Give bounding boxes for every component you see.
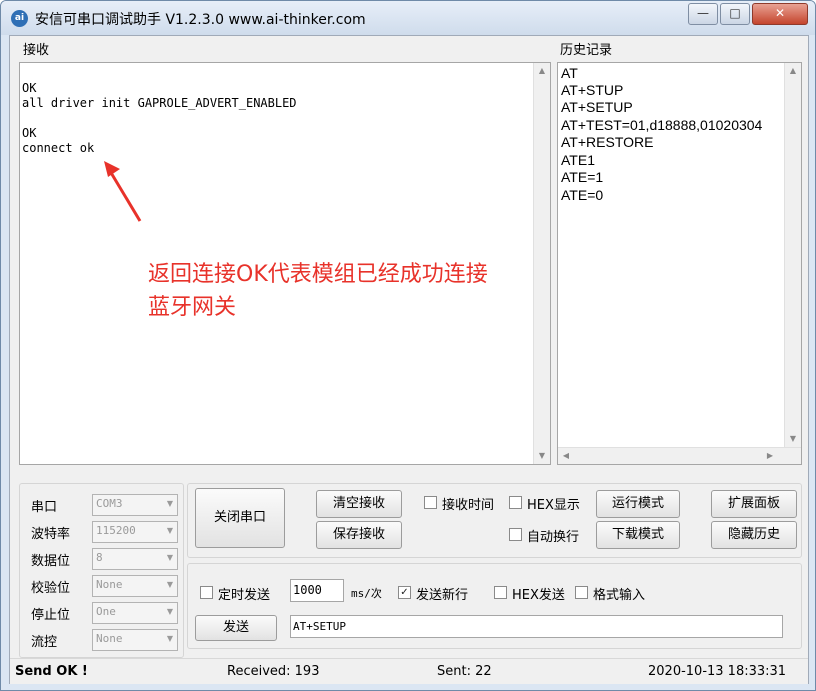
status-message: Send OK !: [15, 664, 88, 679]
download-mode-button[interactable]: 下载模式: [596, 521, 680, 549]
receive-scrollbar[interactable]: ▲ ▼: [533, 63, 550, 464]
checkbox-box: [200, 586, 213, 599]
auto-newline-label: 自动换行: [527, 530, 580, 545]
send-newline-label: 发送新行: [416, 588, 469, 603]
databits-select[interactable]: 8 ▼: [92, 548, 178, 570]
minimize-button[interactable]: —: [688, 3, 718, 25]
hex-send-label: HEX发送: [512, 588, 565, 603]
title-bar[interactable]: ai 安信可串口调试助手 V1.2.3.0 www.ai-thinker.com…: [1, 1, 815, 35]
annotation-line: 返回连接OK代表模组已经成功连接: [148, 262, 488, 287]
received-count: Received: 193: [227, 664, 320, 679]
chevron-down-icon: ▼: [166, 499, 173, 508]
sent-count: Sent: 22: [437, 664, 492, 679]
flow-value: None: [96, 632, 123, 645]
baud-value: 115200: [96, 524, 136, 537]
parity-label: 校验位: [31, 581, 71, 596]
stopbits-value: One: [96, 605, 116, 618]
timed-send-label: 定时发送: [218, 588, 271, 603]
run-mode-button[interactable]: 运行模式: [596, 490, 680, 518]
receive-line: all driver init GAPROLE_ADVERT_ENABLED: [22, 96, 297, 110]
status-datetime: 2020-10-13 18:33:31: [648, 664, 787, 679]
interval-input[interactable]: 1000: [290, 579, 344, 602]
history-item[interactable]: AT+RESTORE: [561, 134, 653, 150]
history-item[interactable]: ATE=1: [561, 169, 603, 185]
scroll-left-icon[interactable]: ◀: [558, 448, 574, 464]
checkbox-checked-icon: ✓: [398, 586, 411, 599]
send-button[interactable]: 发送: [195, 615, 277, 641]
receive-label: 接收: [23, 43, 50, 58]
scroll-right-icon[interactable]: ▶: [762, 448, 778, 464]
interval-unit-label: ms/次: [351, 587, 382, 600]
checkbox-box: [494, 586, 507, 599]
baud-label: 波特率: [31, 527, 71, 542]
stopbits-select[interactable]: One ▼: [92, 602, 178, 624]
history-item[interactable]: ATE=0: [561, 187, 603, 203]
close-window-button[interactable]: ✕: [752, 3, 808, 25]
receive-controls-group: 关闭串口 清空接收 保存接收 接收时间 HEX显示 自动换行 运行模式 下载模式…: [187, 483, 802, 558]
history-item[interactable]: AT: [561, 65, 578, 81]
scroll-up-icon[interactable]: ▲: [534, 63, 550, 79]
flow-select[interactable]: None ▼: [92, 629, 178, 651]
chevron-down-icon: ▼: [166, 607, 173, 616]
checkbox-box: [509, 496, 522, 509]
port-select[interactable]: COM3 ▼: [92, 494, 178, 516]
expand-panel-button[interactable]: 扩展面板: [711, 490, 797, 518]
receive-line: connect ok: [22, 141, 95, 155]
history-item[interactable]: ATE1: [561, 152, 595, 168]
parity-select[interactable]: None ▼: [92, 575, 178, 597]
window-title: 安信可串口调试助手 V1.2.3.0 www.ai-thinker.com: [35, 12, 366, 28]
databits-label: 数据位: [31, 554, 71, 569]
history-list[interactable]: AT AT+STUP AT+SETUP AT+TEST=01,d18888,01…: [557, 62, 802, 465]
history-hscrollbar[interactable]: ◀ ▶: [558, 447, 801, 464]
hide-history-button[interactable]: 隐藏历史: [711, 521, 797, 549]
send-input[interactable]: AT+SETUP: [290, 615, 783, 638]
stopbits-label: 停止位: [31, 608, 71, 623]
receive-time-label: 接收时间: [442, 498, 495, 513]
maximize-button[interactable]: □: [720, 3, 750, 25]
checkbox-box: [509, 528, 522, 541]
receive-textarea[interactable]: OK all driver init GAPROLE_ADVERT_ENABLE…: [19, 62, 551, 465]
status-bar: Send OK ! Received: 193 Sent: 22 2020-10…: [10, 658, 808, 684]
checkbox-box: [424, 496, 437, 509]
close-port-button[interactable]: 关闭串口: [195, 488, 285, 548]
chevron-down-icon: ▼: [166, 634, 173, 643]
chevron-down-icon: ▼: [166, 580, 173, 589]
scroll-down-icon[interactable]: ▼: [534, 448, 550, 464]
annotation-text: 返回连接OK代表模组已经成功连接 蓝牙网关: [148, 258, 518, 324]
format-input-label: 格式输入: [593, 588, 646, 603]
serial-settings-group: 串口 COM3 ▼ 波特率 115200 ▼ 数据位 8 ▼ 校验位 None …: [19, 483, 184, 658]
send-controls-group: 定时发送 1000 ms/次 ✓ 发送新行 HEX发送 格式输入 发送 AT+S…: [187, 563, 802, 649]
history-item[interactable]: AT+STUP: [561, 82, 623, 98]
flow-label: 流控: [31, 635, 58, 650]
chevron-down-icon: ▼: [166, 526, 173, 535]
main-client-area: 接收 OK all driver init GAPROLE_ADVERT_ENA…: [9, 35, 809, 684]
baud-select[interactable]: 115200 ▼: [92, 521, 178, 543]
app-window: ai 安信可串口调试助手 V1.2.3.0 www.ai-thinker.com…: [0, 0, 816, 691]
chevron-down-icon: ▼: [166, 553, 173, 562]
annotation-line: 蓝牙网关: [148, 295, 237, 320]
hex-display-label: HEX显示: [527, 498, 580, 513]
databits-value: 8: [96, 551, 103, 564]
history-item[interactable]: AT+TEST=01,d18888,01020304: [561, 117, 762, 133]
history-vscrollbar[interactable]: ▲ ▼: [784, 63, 801, 447]
port-value: COM3: [96, 497, 123, 510]
app-logo-icon: ai: [11, 10, 28, 27]
annotation-arrow-icon: [104, 161, 142, 222]
parity-value: None: [96, 578, 123, 591]
clear-receive-button[interactable]: 清空接收: [316, 490, 402, 518]
save-receive-button[interactable]: 保存接收: [316, 521, 402, 549]
scroll-up-icon[interactable]: ▲: [785, 63, 801, 79]
port-label: 串口: [31, 500, 58, 515]
receive-line: OK: [22, 126, 37, 140]
scroll-down-icon[interactable]: ▼: [785, 431, 801, 447]
checkbox-box: [575, 586, 588, 599]
history-item[interactable]: AT+SETUP: [561, 99, 633, 115]
receive-line: OK: [22, 81, 37, 95]
history-label: 历史记录: [560, 43, 613, 58]
